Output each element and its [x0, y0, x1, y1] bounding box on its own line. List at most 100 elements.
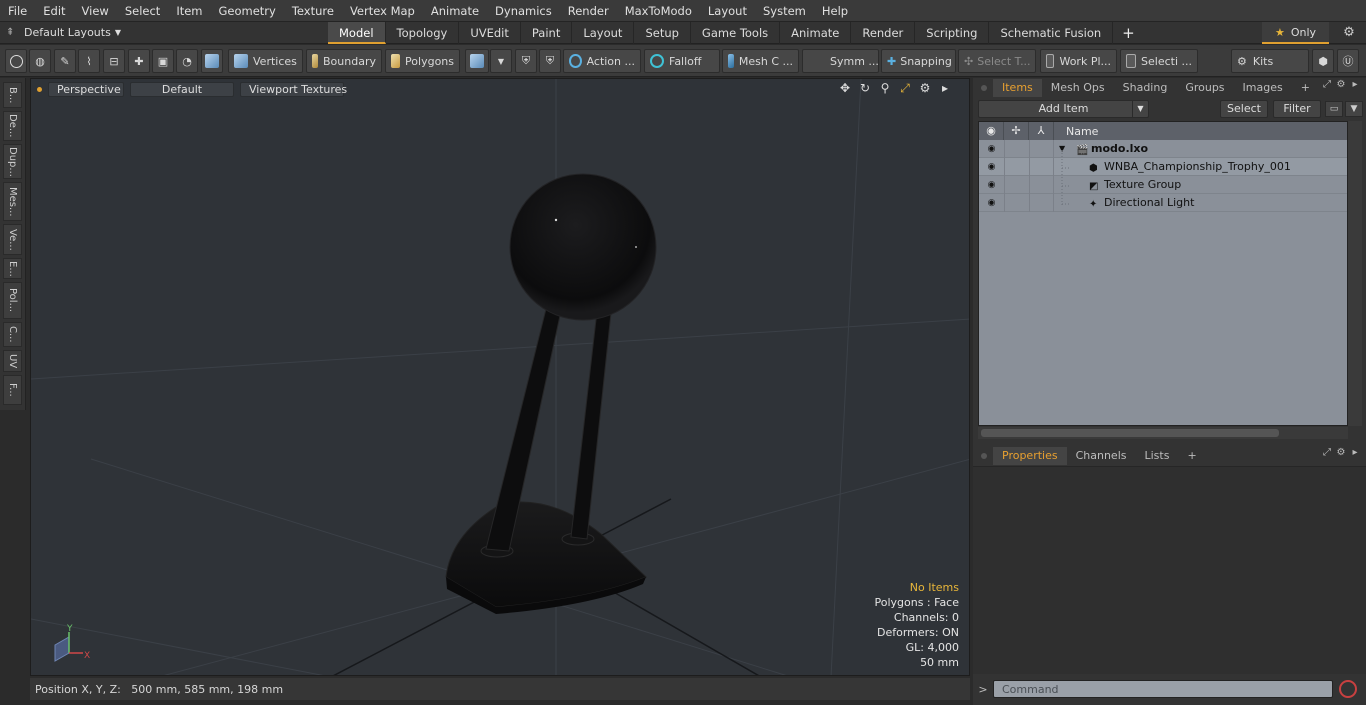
kits-button[interactable]: ⚙ Kits: [1231, 49, 1309, 73]
menu-item-item[interactable]: Item: [168, 0, 210, 22]
viewport-textures-button[interactable]: Viewport Textures: [240, 81, 347, 97]
unity-button[interactable]: ⬢: [1312, 49, 1334, 73]
symmetry-button[interactable]: Symm ...: [802, 49, 879, 73]
props-gear-icon[interactable]: ⚙: [1334, 447, 1348, 458]
filter-button[interactable]: Filter: [1273, 100, 1321, 118]
transform-button[interactable]: ⊟: [103, 49, 125, 73]
select-button[interactable]: Select: [1220, 100, 1268, 118]
pan-icon[interactable]: ✥: [835, 81, 855, 96]
panel-tab-properties[interactable]: Properties: [993, 447, 1067, 465]
props-expand-icon[interactable]: ⤢: [1320, 447, 1334, 458]
props-options-dot-icon[interactable]: [981, 453, 987, 459]
panel-tab-lists[interactable]: Lists: [1136, 447, 1179, 465]
material-dropdown[interactable]: ▼: [490, 49, 512, 73]
left-tab-0[interactable]: B...: [3, 82, 22, 108]
left-tab-1[interactable]: De...: [3, 111, 22, 141]
scale-button[interactable]: ▣: [152, 49, 174, 73]
viewport-menu-arrow-icon[interactable]: ▸: [935, 81, 955, 96]
record-macro-icon[interactable]: [1339, 680, 1357, 698]
item-list-vertical-scrollbar[interactable]: [1348, 121, 1362, 426]
menu-item-geometry[interactable]: Geometry: [211, 0, 284, 22]
tab-schematic-fusion[interactable]: Schematic Fusion: [989, 22, 1114, 44]
tab-model[interactable]: Model: [328, 22, 386, 44]
menu-item-render[interactable]: Render: [560, 0, 617, 22]
menu-item-vertex-map[interactable]: Vertex Map: [342, 0, 423, 22]
panel-tab-mesh-ops[interactable]: Mesh Ops: [1042, 79, 1114, 97]
menu-item-animate[interactable]: Animate: [423, 0, 487, 22]
add-item-button[interactable]: Add Item ▼: [978, 100, 1149, 118]
panel-tab-items[interactable]: Items: [993, 79, 1042, 97]
left-tab-4[interactable]: Ve...: [3, 224, 22, 255]
funnel-icon[interactable]: ▼: [1345, 101, 1363, 117]
select-mode-circle-button[interactable]: [5, 49, 27, 73]
menu-item-edit[interactable]: Edit: [35, 0, 73, 22]
items-mode-button[interactable]: [201, 49, 223, 73]
visibility-column-eye-icon[interactable]: ◉: [979, 122, 1004, 140]
view-mode-button[interactable]: Perspective: [48, 81, 124, 97]
left-tab-8[interactable]: UV: [3, 350, 22, 372]
chevron-down-icon[interactable]: ▼: [1132, 101, 1148, 117]
tab-layout[interactable]: Layout: [572, 22, 635, 44]
snap-shield-button[interactable]: ⛨: [539, 49, 561, 73]
left-tab-2[interactable]: Dup...: [3, 144, 22, 179]
rotate-button[interactable]: ◔: [176, 49, 198, 73]
menu-item-maxtomodo[interactable]: MaxToModo: [617, 0, 700, 22]
lock-column-icon[interactable]: ✢: [1004, 122, 1029, 140]
gear-icon[interactable]: ⚙: [1338, 22, 1360, 44]
panel-options-dot-icon[interactable]: [981, 85, 987, 91]
panel-tab-channels[interactable]: Channels: [1067, 447, 1136, 465]
viewport-gear-icon[interactable]: ⚙: [915, 81, 935, 96]
tab-render[interactable]: Render: [851, 22, 916, 44]
tab-topology[interactable]: Topology: [386, 22, 460, 44]
command-input[interactable]: [993, 680, 1333, 698]
menu-item-select[interactable]: Select: [117, 0, 168, 22]
panel-arrow-icon[interactable]: ▸: [1348, 79, 1362, 90]
vertices-button[interactable]: Vertices: [228, 49, 303, 73]
brush-button[interactable]: ⌇: [78, 49, 100, 73]
3d-viewport[interactable]: Y X Perspective Default Viewport Texture…: [30, 78, 970, 676]
left-tab-7[interactable]: C...: [3, 322, 22, 347]
tab-uvedit[interactable]: UVEdit: [459, 22, 521, 44]
tab-paint[interactable]: Paint: [521, 22, 573, 44]
scrollbar-thumb[interactable]: [981, 429, 1279, 437]
props-arrow-icon[interactable]: ▸: [1348, 447, 1362, 458]
tab-setup[interactable]: Setup: [634, 22, 691, 44]
left-tab-5[interactable]: E...: [3, 258, 22, 279]
zoom-icon[interactable]: ⚲: [875, 81, 895, 96]
symmetry-shield-button[interactable]: ⛨: [515, 49, 537, 73]
action-center-button[interactable]: Action ...: [563, 49, 641, 73]
falloff-button[interactable]: Falloff: [644, 49, 720, 73]
pen-button[interactable]: ✎: [54, 49, 76, 73]
left-tab-9[interactable]: F...: [3, 375, 22, 405]
panel-tab-images[interactable]: Images: [1234, 79, 1292, 97]
panel-gear-icon[interactable]: ⚙: [1334, 79, 1348, 90]
menu-item-layout[interactable]: Layout: [700, 0, 755, 22]
menu-item-help[interactable]: Help: [814, 0, 856, 22]
unreal-button[interactable]: Ⓤ: [1337, 49, 1359, 73]
menu-item-texture[interactable]: Texture: [284, 0, 342, 22]
left-tab-6[interactable]: Pol...: [3, 282, 22, 319]
polygons-button[interactable]: Polygons: [385, 49, 460, 73]
globe-button[interactable]: ◍: [29, 49, 51, 73]
tab-scripting[interactable]: Scripting: [915, 22, 990, 44]
selection-sets-button[interactable]: Selecti ...: [1120, 49, 1198, 73]
add-tab-plus-icon[interactable]: +: [1292, 79, 1319, 97]
shading-mode-button[interactable]: Default: [130, 81, 234, 97]
tab-game-tools[interactable]: Game Tools: [691, 22, 781, 44]
menu-item-system[interactable]: System: [755, 0, 814, 22]
menu-item-file[interactable]: File: [0, 0, 35, 22]
expand-icon[interactable]: ⤢: [1320, 79, 1334, 90]
move-button[interactable]: ✚: [128, 49, 150, 73]
mesh-constraint-button[interactable]: Mesh C ...: [722, 49, 799, 73]
viewport-options-dot-icon[interactable]: [37, 86, 42, 92]
panel-tab-shading[interactable]: Shading: [1114, 79, 1177, 97]
maximize-icon[interactable]: ⤢: [895, 81, 915, 96]
orbit-icon[interactable]: ↻: [855, 81, 875, 96]
menu-item-view[interactable]: View: [74, 0, 117, 22]
render-column-icon[interactable]: ⅄: [1029, 122, 1054, 140]
item-list-horizontal-scrollbar[interactable]: [978, 427, 1348, 439]
boundary-button[interactable]: Boundary: [306, 49, 382, 73]
only-button[interactable]: ★ Only: [1262, 22, 1329, 44]
collapse-icon[interactable]: ▭: [1325, 101, 1343, 117]
add-props-tab-plus-icon[interactable]: +: [1178, 447, 1205, 465]
